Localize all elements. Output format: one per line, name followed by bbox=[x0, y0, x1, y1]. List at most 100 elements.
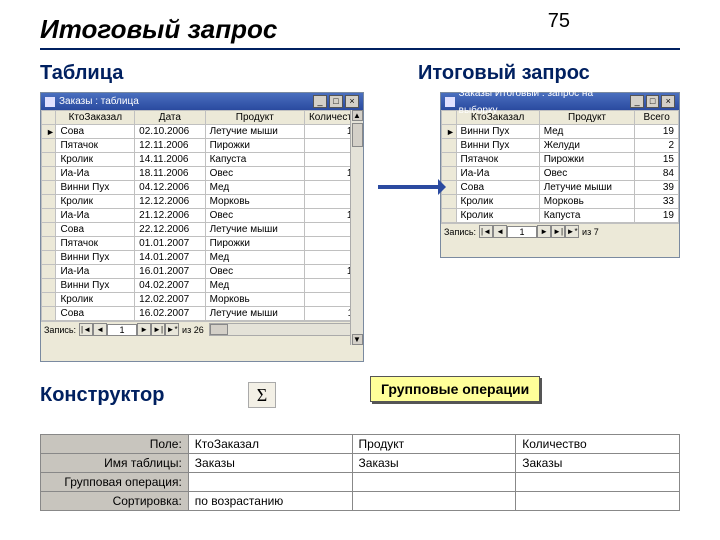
nav-new[interactable]: ►* bbox=[565, 225, 579, 238]
row-selector[interactable] bbox=[42, 265, 56, 279]
row-selector[interactable] bbox=[442, 153, 457, 167]
cell[interactable]: 21.12.2006 bbox=[135, 209, 205, 223]
cell[interactable]: 16.02.2007 bbox=[135, 307, 205, 321]
row-selector[interactable] bbox=[442, 139, 457, 153]
cell[interactable]: 04.02.2007 bbox=[135, 279, 205, 293]
designer-cell[interactable]: по возрастанию bbox=[188, 492, 352, 511]
cell[interactable]: Пирожки bbox=[205, 237, 304, 251]
designer-cell[interactable]: Заказы bbox=[516, 454, 680, 473]
cell[interactable]: Сова bbox=[56, 223, 135, 237]
scroll-up-icon[interactable]: ▲ bbox=[352, 110, 363, 121]
cell[interactable]: Кролик bbox=[56, 153, 135, 167]
cell[interactable]: 12.11.2006 bbox=[135, 139, 205, 153]
cell[interactable]: 39 bbox=[635, 181, 679, 195]
cell[interactable]: Летучие мыши bbox=[205, 307, 304, 321]
row-selector[interactable] bbox=[442, 195, 457, 209]
cell[interactable]: Пятачок bbox=[56, 139, 135, 153]
row-selector[interactable] bbox=[42, 251, 56, 265]
h-scroll-thumb[interactable] bbox=[210, 324, 228, 335]
cell[interactable]: 02.10.2006 bbox=[135, 125, 205, 139]
nav-current[interactable]: 1 bbox=[107, 324, 137, 336]
maximize-button[interactable]: □ bbox=[329, 95, 343, 108]
cell[interactable]: Летучие мыши bbox=[205, 125, 304, 139]
cell[interactable]: Овес bbox=[205, 167, 304, 181]
nav-current[interactable]: 1 bbox=[507, 226, 537, 238]
cell[interactable]: Летучие мыши bbox=[539, 181, 635, 195]
cell[interactable]: 84 bbox=[635, 167, 679, 181]
cell[interactable]: Винни Пух bbox=[456, 125, 539, 139]
maximize-button[interactable]: □ bbox=[646, 95, 660, 108]
sigma-button[interactable]: Σ bbox=[248, 382, 276, 408]
cell[interactable]: Мед bbox=[539, 125, 635, 139]
cell[interactable]: Овес bbox=[205, 265, 304, 279]
column-header[interactable]: Всего bbox=[635, 111, 679, 125]
cell[interactable]: 16.01.2007 bbox=[135, 265, 205, 279]
cell[interactable]: Морковь bbox=[205, 293, 304, 307]
cell[interactable]: Сова bbox=[56, 125, 135, 139]
cell[interactable]: Желуди bbox=[539, 139, 635, 153]
nav-next[interactable]: ► bbox=[137, 323, 151, 336]
nav-next[interactable]: ► bbox=[537, 225, 551, 238]
cell[interactable]: Мед bbox=[205, 279, 304, 293]
cell[interactable]: Мед bbox=[205, 181, 304, 195]
cell[interactable]: 2 bbox=[635, 139, 679, 153]
cell[interactable]: Пирожки bbox=[539, 153, 635, 167]
cell[interactable]: Кролик bbox=[456, 195, 539, 209]
designer-cell[interactable] bbox=[516, 492, 680, 511]
row-selector[interactable] bbox=[42, 181, 56, 195]
cell[interactable]: Иа-Иа bbox=[56, 167, 135, 181]
cell[interactable]: 19 bbox=[635, 125, 679, 139]
row-selector[interactable] bbox=[42, 139, 56, 153]
row-selector[interactable] bbox=[42, 307, 56, 321]
cell[interactable]: 22.12.2006 bbox=[135, 223, 205, 237]
cell[interactable]: Морковь bbox=[205, 195, 304, 209]
cell[interactable]: 33 bbox=[635, 195, 679, 209]
cell[interactable]: Иа-Иа bbox=[456, 167, 539, 181]
h-scrollbar[interactable] bbox=[209, 323, 361, 336]
row-selector[interactable]: ► bbox=[42, 125, 56, 139]
designer-cell[interactable]: Продукт bbox=[352, 435, 516, 454]
cell[interactable]: 01.01.2007 bbox=[135, 237, 205, 251]
minimize-button[interactable]: _ bbox=[313, 95, 327, 108]
row-selector[interactable] bbox=[42, 167, 56, 181]
designer-cell[interactable]: Количество bbox=[516, 435, 680, 454]
cell[interactable]: Кролик bbox=[56, 195, 135, 209]
nav-prev[interactable]: ◄ bbox=[493, 225, 507, 238]
row-selector[interactable] bbox=[42, 195, 56, 209]
cell[interactable]: Винни Пух bbox=[456, 139, 539, 153]
cell[interactable]: Сова bbox=[56, 307, 135, 321]
cell[interactable]: 12.02.2007 bbox=[135, 293, 205, 307]
cell[interactable]: 15 bbox=[635, 153, 679, 167]
row-selector[interactable]: ► bbox=[442, 125, 457, 139]
designer-cell[interactable]: КтоЗаказал bbox=[188, 435, 352, 454]
row-selector[interactable] bbox=[42, 293, 56, 307]
row-selector[interactable] bbox=[42, 209, 56, 223]
nav-last[interactable]: ►| bbox=[151, 323, 165, 336]
cell[interactable]: 18.11.2006 bbox=[135, 167, 205, 181]
cell[interactable]: 19 bbox=[635, 209, 679, 223]
designer-cell[interactable] bbox=[352, 473, 516, 492]
cell[interactable]: Винни Пух bbox=[56, 181, 135, 195]
cell[interactable]: Иа-Иа bbox=[56, 265, 135, 279]
cell[interactable]: Сова bbox=[456, 181, 539, 195]
nav-last[interactable]: ►| bbox=[551, 225, 565, 238]
cell[interactable]: Овес bbox=[205, 209, 304, 223]
cell[interactable]: Пятачок bbox=[56, 237, 135, 251]
cell[interactable]: Винни Пух bbox=[56, 279, 135, 293]
nav-first[interactable]: |◄ bbox=[79, 323, 93, 336]
designer-cell[interactable]: Заказы bbox=[352, 454, 516, 473]
cell[interactable]: Овес bbox=[539, 167, 635, 181]
cell[interactable]: 12.12.2006 bbox=[135, 195, 205, 209]
scroll-down-icon[interactable]: ▼ bbox=[352, 334, 363, 345]
cell[interactable]: Пятачок bbox=[456, 153, 539, 167]
nav-new[interactable]: ►* bbox=[165, 323, 179, 336]
row-selector[interactable] bbox=[42, 237, 56, 251]
cell[interactable]: Кролик bbox=[56, 293, 135, 307]
cell[interactable]: 04.12.2006 bbox=[135, 181, 205, 195]
designer-cell[interactable] bbox=[188, 473, 352, 492]
designer-cell[interactable] bbox=[352, 492, 516, 511]
designer-cell[interactable] bbox=[516, 473, 680, 492]
cell[interactable]: Иа-Иа bbox=[56, 209, 135, 223]
close-button[interactable]: × bbox=[661, 95, 675, 108]
nav-prev[interactable]: ◄ bbox=[93, 323, 107, 336]
